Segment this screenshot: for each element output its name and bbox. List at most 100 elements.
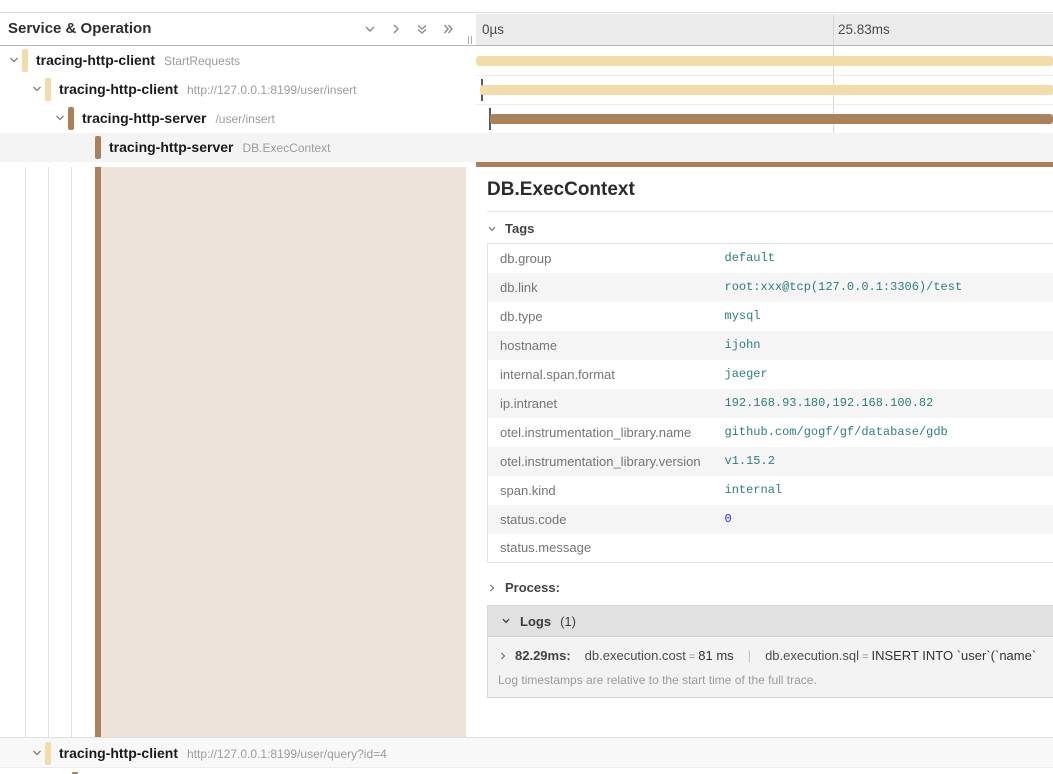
tag-row: ip.intranet192.168.93.180,192.168.100.82 xyxy=(488,389,1053,418)
span-operation-name: DB.ExecContext xyxy=(242,141,330,155)
span-service-name: tracing-http-client xyxy=(36,52,155,68)
tag-row: db.groupdefault xyxy=(488,244,1053,273)
span-duration-bar[interactable] xyxy=(480,85,1053,95)
span-operation-name: StartRequests xyxy=(164,54,240,68)
span-duration-bar[interactable] xyxy=(490,114,1053,124)
chevron-down-icon[interactable] xyxy=(31,83,43,95)
tag-row: otel.instrumentation_library.namegithub.… xyxy=(488,418,1053,447)
tag-value: internal xyxy=(725,476,1053,505)
span-service-name: tracing-http-client xyxy=(59,745,178,761)
collapse-one-level-icon[interactable] xyxy=(388,21,404,37)
process-section-label: Process: xyxy=(505,580,560,595)
timeline-tick-mid: 25.83ms xyxy=(838,22,890,37)
tag-value-number: 0 xyxy=(725,505,1053,534)
chevron-down-icon[interactable] xyxy=(54,112,66,124)
tag-key: span.kind xyxy=(488,476,725,505)
tag-value: root:xxx@tcp(127.0.0.1:3306)/test xyxy=(725,273,1053,302)
span-service-name: tracing-http-client xyxy=(59,81,178,97)
tag-row: otel.instrumentation_library.versionv1.1… xyxy=(488,447,1053,476)
timeline-ruler: 0µs 25.83ms xyxy=(476,14,1053,45)
log-entry[interactable]: 82.29ms: db.execution.cost=81 ms | db.ex… xyxy=(498,648,1053,663)
tag-row: db.typemysql xyxy=(488,302,1053,331)
log-timestamp: 82.29ms: xyxy=(515,648,571,663)
logs-accordion-header[interactable]: Logs (1) xyxy=(488,606,1053,637)
column-resize-grip[interactable] xyxy=(468,36,472,44)
tag-value: 192.168.93.180,192.168.100.82 xyxy=(725,389,1053,418)
service-color-bar xyxy=(22,49,28,72)
span-service-name: tracing-http-server xyxy=(82,110,206,126)
tag-key: internal.span.format xyxy=(488,360,725,389)
indent-guide xyxy=(71,167,72,737)
tag-value: jaeger xyxy=(725,360,1053,389)
tag-value xyxy=(725,534,1053,563)
span-duration-bar[interactable] xyxy=(476,56,1053,66)
chevron-down-icon xyxy=(487,224,497,234)
span-detail-title: DB.ExecContext xyxy=(487,179,1053,201)
tags-accordion-header[interactable]: Tags xyxy=(487,221,1053,236)
chevron-down-icon[interactable] xyxy=(8,54,20,66)
tag-key: otel.instrumentation_library.version xyxy=(488,447,725,476)
span-operation-name: http://127.0.0.1:8199/user/query?id=4 xyxy=(187,747,387,761)
chevron-down-icon xyxy=(501,616,511,626)
log-footnote: Log timestamps are relative to the start… xyxy=(498,673,1053,687)
detail-row-background xyxy=(101,167,466,737)
tag-row: status.code0 xyxy=(488,505,1053,534)
indent-guide xyxy=(25,167,26,737)
tags-section-label: Tags xyxy=(505,221,534,236)
collapse-all-icon[interactable] xyxy=(440,21,456,37)
log-field: db.execution.cost=81 ms xyxy=(585,648,734,663)
span-detail-panel: DB.ExecContext Tags db.groupdefault db.l… xyxy=(466,167,1053,733)
span-operation-name: /user/insert xyxy=(215,112,274,126)
tag-key: status.message xyxy=(488,534,725,563)
span-service-name: tracing-http-server xyxy=(109,139,233,155)
logs-body: 82.29ms: db.execution.cost=81 ms | db.ex… xyxy=(488,637,1053,697)
span-row-db-exec-context[interactable]: tracing-http-server DB.ExecContext xyxy=(0,133,1053,162)
tag-key: otel.instrumentation_library.name xyxy=(488,418,725,447)
service-color-bar xyxy=(45,742,51,765)
tag-value: v1.15.2 xyxy=(725,447,1053,476)
tag-key: db.group xyxy=(488,244,725,273)
tag-row: span.kindinternal xyxy=(488,476,1053,505)
tag-row: hostnameijohn xyxy=(488,331,1053,360)
tag-key: ip.intranet xyxy=(488,389,725,418)
top-divider-strip xyxy=(0,0,1053,13)
service-color-bar xyxy=(68,107,74,130)
service-color-bar xyxy=(45,78,51,101)
service-operation-header: Service & Operation xyxy=(0,14,476,45)
tag-value: mysql xyxy=(725,302,1053,331)
logs-section: Logs (1) 82.29ms: db.execution.cost=81 m… xyxy=(487,605,1053,698)
span-row-start-requests[interactable]: tracing-http-client StartRequests xyxy=(0,46,1053,75)
span-row-client-query[interactable]: tracing-http-client http://127.0.0.1:819… xyxy=(0,737,1053,767)
title-divider xyxy=(487,211,1053,212)
log-field: db.execution.sql=INSERT INTO `user`(`nam… xyxy=(765,648,1036,663)
span-row-server-insert[interactable]: tracing-http-server /user/insert xyxy=(0,104,1053,133)
span-row-client-insert[interactable]: tracing-http-client http://127.0.0.1:819… xyxy=(0,75,1053,104)
indent-guide xyxy=(48,167,49,737)
tag-row: db.linkroot:xxx@tcp(127.0.0.1:3306)/test xyxy=(488,273,1053,302)
chevron-down-icon[interactable] xyxy=(31,747,43,759)
expand-all-icon[interactable] xyxy=(414,21,430,37)
span-operation-name: http://127.0.0.1:8199/user/insert xyxy=(187,83,356,97)
equals-sign: = xyxy=(686,651,698,663)
tag-row: internal.span.formatjaeger xyxy=(488,360,1053,389)
log-field-divider: | xyxy=(748,648,751,663)
tag-row: status.message xyxy=(488,534,1053,563)
tag-key: db.type xyxy=(488,302,725,331)
tag-value: ijohn xyxy=(725,331,1053,360)
expand-one-level-icon[interactable] xyxy=(362,21,378,37)
trace-timeline-view: Service & Operation 0µs 25.83ms xyxy=(0,0,1053,774)
tag-key: hostname xyxy=(488,331,725,360)
service-color-bar xyxy=(95,136,101,159)
tags-table: db.groupdefault db.linkroot:xxx@tcp(127.… xyxy=(487,243,1053,563)
timeline-tick-start: 0µs xyxy=(482,22,504,37)
logs-count: (1) xyxy=(560,614,576,629)
process-accordion-header[interactable]: Process: xyxy=(487,580,1053,595)
tag-value: github.com/gogf/gf/database/gdb xyxy=(725,418,1053,447)
chevron-right-icon xyxy=(487,583,497,593)
logs-section-label: Logs xyxy=(520,614,551,629)
tag-key: status.code xyxy=(488,505,725,534)
partial-span-row xyxy=(0,767,1053,774)
timeline-column-header: Service & Operation 0µs 25.83ms xyxy=(0,14,1053,46)
equals-sign: = xyxy=(859,651,871,663)
service-operation-title: Service & Operation xyxy=(8,20,151,37)
